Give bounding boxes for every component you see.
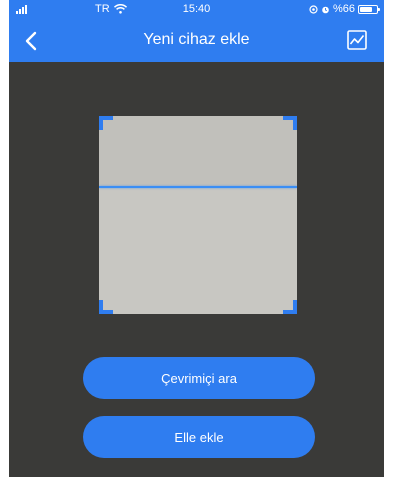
scan-frame-corner <box>99 300 113 314</box>
battery-percent: %66 <box>332 3 355 15</box>
alarm-icon <box>322 6 329 13</box>
page-title: Yeni cihaz ekle <box>143 31 250 48</box>
battery-icon <box>358 4 380 14</box>
location-icon <box>309 4 318 14</box>
image-gallery-icon <box>347 30 367 50</box>
gallery-button[interactable] <box>346 29 368 51</box>
manual-add-button[interactable]: Elle ekle <box>83 416 315 458</box>
scan-line <box>99 186 297 188</box>
scan-frame-corner <box>283 300 297 314</box>
scan-frame-corner <box>283 116 297 130</box>
online-search-button[interactable]: Çevrimiçi ara <box>83 357 315 399</box>
qr-scan-area <box>99 116 297 314</box>
screen: TR 15:40 %66 Yeni cihaz ekle Çevrimiçi a… <box>9 0 384 477</box>
top-bar: TR 15:40 %66 Yeni cihaz ekle <box>9 0 384 62</box>
scan-frame-corner <box>99 116 113 130</box>
status-bar: TR 15:40 %66 <box>9 0 384 20</box>
